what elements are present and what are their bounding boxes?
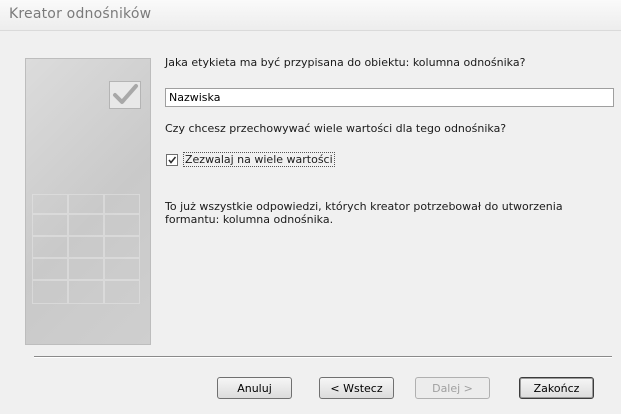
back-button[interactable]: < Wstecz (319, 377, 394, 399)
wizard-illustration (25, 58, 151, 345)
label-question: Jaka etykieta ma być przypisana do obiek… (165, 56, 526, 69)
checkmark-icon (168, 156, 177, 164)
allow-multiple-values-label[interactable]: Zezwalaj na wiele wartości (183, 152, 335, 167)
completion-info-text: To już wszystkie odpowiedzi, których kre… (165, 200, 563, 226)
label-input[interactable] (165, 88, 614, 107)
button-divider (34, 356, 612, 358)
checkmark-card-icon (109, 81, 141, 109)
allow-multiple-values-checkbox[interactable] (166, 153, 178, 166)
title-bar[interactable]: Kreator odnośników (0, 0, 621, 31)
multi-value-question: Czy chcesz przechowywać wiele wartości d… (165, 122, 507, 135)
next-button[interactable]: Dalej > (415, 377, 490, 399)
table-grid-icon (32, 194, 140, 304)
finish-button[interactable]: Zakończ (519, 377, 594, 399)
window-title: Kreator odnośników (9, 6, 152, 22)
allow-multiple-values-checkbox-row[interactable]: Zezwalaj na wiele wartości (166, 152, 335, 167)
lookup-wizard-dialog: Kreator odnośników Jaka etykieta ma być … (0, 0, 621, 414)
cancel-button[interactable]: Anuluj (217, 377, 292, 399)
